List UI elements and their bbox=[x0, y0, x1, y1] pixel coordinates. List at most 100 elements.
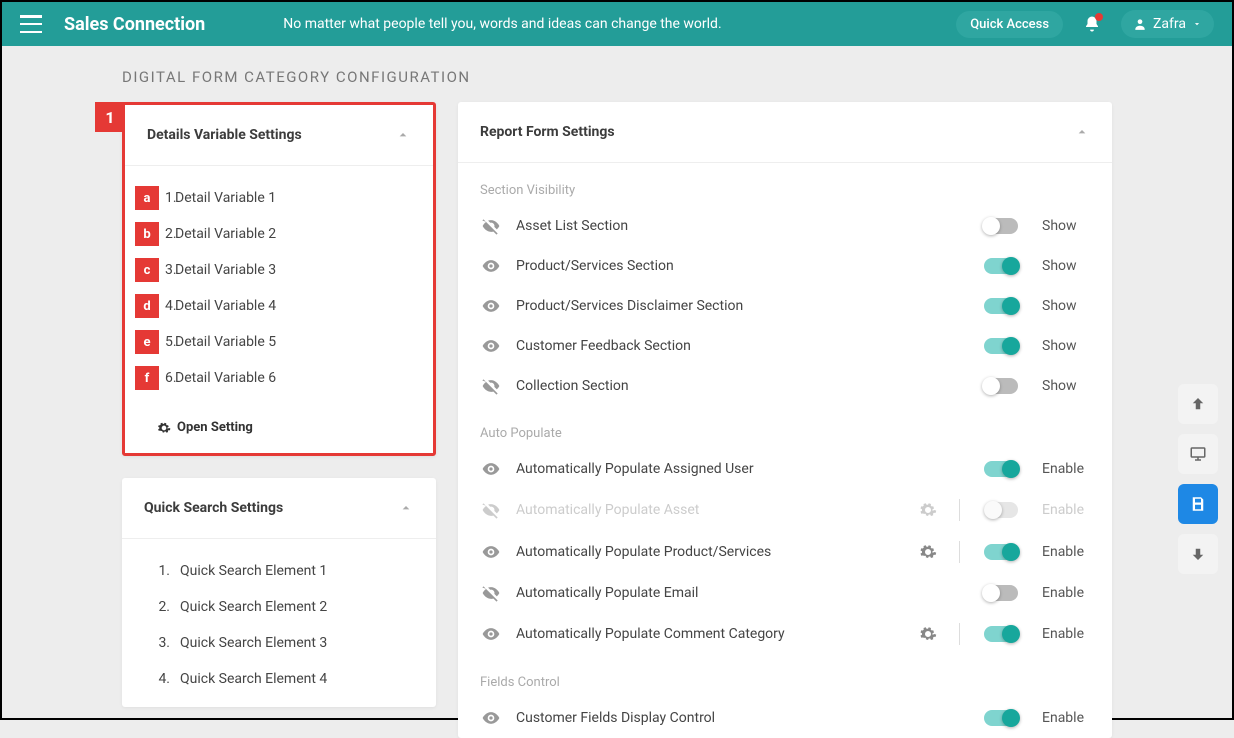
notifications-icon[interactable] bbox=[1083, 15, 1101, 33]
annotation-marker-letter: e bbox=[135, 330, 159, 354]
toggle-switch[interactable] bbox=[984, 338, 1018, 354]
quick-search-row[interactable]: 4. Quick Search Element 4 bbox=[144, 661, 414, 697]
row-label: Automatically Populate Product/Services bbox=[516, 544, 905, 560]
detail-variable-row[interactable]: e 5. Detail Variable 5 bbox=[147, 324, 411, 360]
scroll-up-button[interactable] bbox=[1178, 384, 1218, 424]
gear-icon[interactable] bbox=[919, 543, 937, 561]
detail-variable-row[interactable]: b 2. Detail Variable 2 bbox=[147, 216, 411, 252]
floating-actions bbox=[1178, 384, 1218, 574]
eye-icon[interactable] bbox=[480, 542, 502, 562]
gear-icon[interactable] bbox=[919, 625, 937, 643]
notification-dot bbox=[1095, 13, 1103, 21]
detail-variable-row[interactable]: a 1. Detail Variable 1 bbox=[147, 180, 411, 216]
auto-populate-header: Auto Populate bbox=[458, 406, 1112, 449]
row-label: Collection Section bbox=[516, 378, 970, 394]
detail-variable-row[interactable]: c 3. Detail Variable 3 bbox=[147, 252, 411, 288]
row-label: Customer Feedback Section bbox=[516, 338, 970, 354]
visibility-row: Product/Services Section Show bbox=[458, 246, 1112, 286]
collapse-toggle[interactable] bbox=[395, 127, 411, 143]
row-label: Customer Fields Display Control bbox=[516, 710, 970, 726]
list-number: 2. bbox=[144, 599, 170, 615]
row-label: Product/Services Section bbox=[516, 258, 970, 274]
eye-icon[interactable] bbox=[480, 296, 502, 316]
brand: Sales Connection bbox=[64, 14, 205, 35]
quick-search-row[interactable]: 1. Quick Search Element 1 bbox=[144, 553, 414, 589]
collapse-toggle[interactable] bbox=[1074, 124, 1090, 140]
toggle-status: Enable bbox=[1042, 710, 1090, 726]
preview-button[interactable] bbox=[1178, 434, 1218, 474]
toggle-switch[interactable] bbox=[984, 544, 1018, 560]
toggle-status: Show bbox=[1042, 338, 1090, 354]
arrow-down-icon bbox=[1189, 545, 1207, 563]
detail-variable-label: Detail Variable 3 bbox=[175, 262, 276, 278]
annotation-marker-letter: b bbox=[135, 222, 159, 246]
quick-search-row[interactable]: 2. Quick Search Element 2 bbox=[144, 589, 414, 625]
detail-variable-row[interactable]: d 4. Detail Variable 4 bbox=[147, 288, 411, 324]
toggle-switch[interactable] bbox=[984, 298, 1018, 314]
save-button[interactable] bbox=[1178, 484, 1218, 524]
annotation-marker-letter: a bbox=[135, 186, 159, 210]
toggle-switch[interactable] bbox=[984, 218, 1018, 234]
row-label: Automatically Populate Asset bbox=[516, 502, 905, 518]
row-label: Automatically Populate Comment Category bbox=[516, 626, 905, 642]
quick-search-settings-card: Quick Search Settings 1. Quick Search El… bbox=[122, 478, 436, 707]
annotation-marker-1: 1 bbox=[95, 102, 125, 132]
auto-populate-row: Automatically Populate Comment Category … bbox=[458, 613, 1112, 655]
toggle-switch[interactable] bbox=[984, 585, 1018, 601]
toggle-switch[interactable] bbox=[984, 378, 1018, 394]
toggle-status: Show bbox=[1042, 258, 1090, 274]
eye-off-icon[interactable] bbox=[480, 583, 502, 603]
tagline: No matter what people tell you, words an… bbox=[283, 16, 721, 32]
toggle-status: Enable bbox=[1042, 544, 1090, 560]
list-number: 1. bbox=[144, 563, 170, 579]
report-form-settings-card: Report Form Settings Section Visibility … bbox=[458, 102, 1112, 738]
fields-control-header: Fields Control bbox=[458, 655, 1112, 698]
detail-variable-label: Detail Variable 2 bbox=[175, 226, 276, 242]
toggle-status: Enable bbox=[1042, 585, 1090, 601]
toggle-switch[interactable] bbox=[984, 461, 1018, 477]
eye-icon[interactable] bbox=[480, 708, 502, 728]
eye-off-icon[interactable] bbox=[480, 376, 502, 396]
auto-populate-row: Automatically Populate Asset Enable bbox=[458, 489, 1112, 531]
quick-search-label: Quick Search Element 4 bbox=[180, 671, 327, 687]
detail-variable-row[interactable]: f 6. Detail Variable 6 bbox=[147, 360, 411, 396]
row-label: Product/Services Disclaimer Section bbox=[516, 298, 970, 314]
quick-search-label: Quick Search Element 2 bbox=[180, 599, 327, 615]
toggle-switch[interactable] bbox=[984, 626, 1018, 642]
quick-access-button[interactable]: Quick Access bbox=[956, 11, 1063, 38]
toggle-status: Enable bbox=[1042, 502, 1090, 518]
open-setting-button[interactable]: Open Setting bbox=[125, 410, 433, 453]
annotation-marker-letter: f bbox=[135, 366, 159, 390]
app-header: Sales Connection No matter what people t… bbox=[2, 2, 1232, 46]
detail-variable-label: Detail Variable 4 bbox=[175, 298, 276, 314]
hamburger-icon[interactable] bbox=[20, 15, 42, 33]
quick-search-label: Quick Search Element 1 bbox=[180, 563, 327, 579]
section-visibility-header: Section Visibility bbox=[458, 163, 1112, 206]
eye-icon[interactable] bbox=[480, 459, 502, 479]
annotation-marker-letter: d bbox=[135, 294, 159, 318]
details-variable-settings-card: 1 Details Variable Settings a 1. Detail … bbox=[122, 102, 436, 456]
divider bbox=[959, 499, 960, 521]
arrow-up-icon bbox=[1189, 395, 1207, 413]
quick-search-row[interactable]: 3. Quick Search Element 3 bbox=[144, 625, 414, 661]
visibility-row: Asset List Section Show bbox=[458, 206, 1112, 246]
user-menu[interactable]: Zafra bbox=[1121, 10, 1214, 38]
page-title: DIGITAL FORM CATEGORY CONFIGURATION bbox=[2, 46, 1232, 102]
toggle-status: Enable bbox=[1042, 626, 1090, 642]
eye-icon[interactable] bbox=[480, 624, 502, 644]
eye-off-icon[interactable] bbox=[480, 216, 502, 236]
quick-search-title: Quick Search Settings bbox=[144, 500, 283, 516]
collapse-toggle[interactable] bbox=[398, 500, 414, 516]
gear-icon bbox=[157, 421, 171, 435]
eye-icon[interactable] bbox=[480, 336, 502, 356]
scroll-down-button[interactable] bbox=[1178, 534, 1218, 574]
toggle-switch[interactable] bbox=[984, 258, 1018, 274]
eye-icon[interactable] bbox=[480, 256, 502, 276]
list-number: 4. bbox=[144, 671, 170, 687]
detail-variable-label: Detail Variable 1 bbox=[175, 190, 276, 206]
list-number: 3. bbox=[144, 635, 170, 651]
toggle-status: Show bbox=[1042, 298, 1090, 314]
toggle-switch[interactable] bbox=[984, 710, 1018, 726]
toggle-status: Show bbox=[1042, 378, 1090, 394]
toggle-switch bbox=[984, 502, 1018, 518]
